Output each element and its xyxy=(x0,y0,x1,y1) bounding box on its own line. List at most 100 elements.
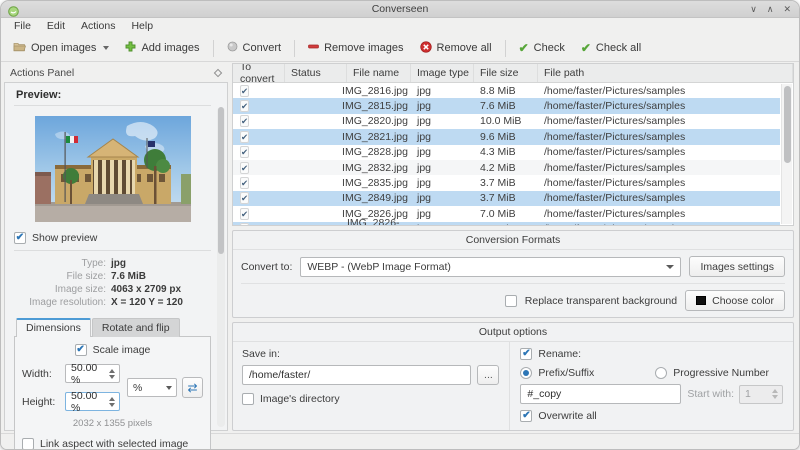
minimize-button[interactable]: ∨ xyxy=(750,4,757,14)
menu-help[interactable]: Help xyxy=(123,19,161,34)
start-with-spinner[interactable]: 1 xyxy=(739,384,783,404)
progressive-number-option[interactable]: Progressive Number xyxy=(655,367,769,379)
column-header[interactable]: Status xyxy=(285,64,347,82)
row-check-icon[interactable]: ✔ xyxy=(240,146,250,159)
link-aspect-row[interactable]: Link aspect with selected image xyxy=(22,438,203,449)
table-row[interactable]: ✔ IMG_2820.jpg jpg 10.0 MiB/home/faster/Pic… xyxy=(233,114,780,129)
replace-background-label: Replace transparent background xyxy=(524,294,678,307)
show-preview-checkbox[interactable]: ✔ xyxy=(14,232,26,244)
show-preview-row[interactable]: ✔ Show preview xyxy=(14,232,211,244)
window-title: Converseen xyxy=(371,3,429,15)
row-check-icon[interactable]: ✔ xyxy=(240,223,250,225)
table-row[interactable]: ✔ IMG_2832.jpg jpg 4.2 MiB/home/faster/Pict… xyxy=(233,159,780,176)
add-icon xyxy=(125,41,136,55)
column-header[interactable]: File size xyxy=(474,64,538,82)
row-check-icon[interactable]: ✔ xyxy=(240,84,250,97)
convert-button[interactable]: Convert xyxy=(219,38,290,58)
resolution-value: X = 120 Y = 120 xyxy=(111,297,183,308)
start-with-label: Start with: xyxy=(687,388,734,400)
table-row[interactable]: ✔ IMG_2815.jpg jpg 7.6 MiB/home/faster/Pict… xyxy=(233,98,780,114)
row-check-icon[interactable]: ✔ xyxy=(240,115,250,128)
row-check-icon[interactable]: ✔ xyxy=(240,100,250,113)
progressive-number-radio[interactable] xyxy=(655,367,668,379)
titlebar[interactable]: Converseen ∨ ∧ ✕ xyxy=(1,1,799,18)
dimension-tabs: Dimensions Rotate and flip xyxy=(14,317,211,337)
choose-color-button[interactable]: Choose color xyxy=(685,290,785,311)
table-row[interactable]: ✔ IMG_2835.jpg jpg 3.7 MiB/home/faster/Pict… xyxy=(233,175,780,190)
remove-all-button[interactable]: Remove all xyxy=(412,38,500,59)
table-scrollbar[interactable] xyxy=(781,84,792,224)
rename-checkbox[interactable]: ✔ xyxy=(520,348,533,360)
pixels-note: 2032 x 1355 pixels xyxy=(72,418,153,429)
menu-edit[interactable]: Edit xyxy=(39,19,73,34)
overwrite-all-row[interactable]: ✔ Overwrite all xyxy=(520,410,783,422)
row-check-icon[interactable]: ✔ xyxy=(240,130,250,143)
format-select[interactable]: WEBP - (WebP Image Format) xyxy=(300,256,682,277)
menu-actions[interactable]: Actions xyxy=(73,19,123,34)
open-images-button[interactable]: Open images xyxy=(5,38,117,58)
preview-image xyxy=(34,116,191,222)
height-spinner[interactable]: 50.00 % xyxy=(65,390,120,414)
scale-image-row[interactable]: ✔ Scale image xyxy=(22,344,203,356)
table-row[interactable]: ✔ IMG_2826.jpg jpg 7.0 MiB/home/faster/Pict… xyxy=(233,206,780,221)
table-row[interactable]: ✔ IMG_2828.jpg jpg 4.3 MiB/home/faster/Pict… xyxy=(233,145,780,160)
add-images-button[interactable]: Add images xyxy=(117,38,207,58)
tab-rotate-and-flip[interactable]: Rotate and flip xyxy=(91,318,180,337)
swap-dimensions-button[interactable]: ⇄ xyxy=(182,377,203,398)
actions-panel: Actions Panel Preview: ✔ Show preview Ty… xyxy=(1,62,230,449)
replace-background-checkbox[interactable] xyxy=(504,294,517,307)
images-directory-checkbox[interactable] xyxy=(242,393,254,405)
scale-image-checkbox[interactable]: ✔ xyxy=(74,344,87,356)
prefix-suffix-option[interactable]: Prefix/Suffix xyxy=(520,367,594,379)
unit-select[interactable]: % xyxy=(127,378,177,397)
spinner-arrows-icon xyxy=(769,389,782,399)
row-check-icon[interactable]: ✔ xyxy=(240,177,250,190)
images-settings-button[interactable]: Images settings xyxy=(689,256,785,277)
toolbar-separator xyxy=(212,39,214,57)
remove-icon xyxy=(308,41,319,55)
rename-pattern-input[interactable]: #_copy xyxy=(520,384,682,404)
maximize-button[interactable]: ∧ xyxy=(767,4,774,14)
dock-float-icon[interactable] xyxy=(213,68,223,77)
prefix-suffix-radio[interactable] xyxy=(520,367,533,379)
spinner-arrows-icon[interactable] xyxy=(106,368,119,379)
browse-button[interactable]: ... xyxy=(477,365,500,385)
close-button[interactable]: ✕ xyxy=(783,4,791,14)
link-aspect-checkbox[interactable] xyxy=(22,438,34,449)
row-check-icon[interactable]: ✔ xyxy=(240,207,250,220)
resolution-label: Image resolution: xyxy=(29,297,106,308)
remove-images-button[interactable]: Remove images xyxy=(300,38,411,58)
images-directory-row[interactable]: Image's directory xyxy=(242,393,499,405)
column-header[interactable]: Image type xyxy=(411,64,474,82)
tab-dimensions[interactable]: Dimensions xyxy=(16,318,91,337)
overwrite-all-checkbox[interactable]: ✔ xyxy=(520,410,533,422)
image-size-label: Image size: xyxy=(54,284,106,295)
dimensions-tab-panel: ✔ Scale image Width: 50.00 % Height: 50.… xyxy=(14,336,211,449)
column-header[interactable]: File path xyxy=(538,64,793,82)
row-check-icon[interactable]: ✔ xyxy=(240,161,250,174)
height-label: Height: xyxy=(22,395,56,408)
rename-row[interactable]: ✔ Rename: xyxy=(520,348,783,360)
conversion-formats-group: Conversion Formats Convert to: WEBP - (W… xyxy=(232,230,794,318)
row-check-icon[interactable]: ✔ xyxy=(240,192,250,205)
spinner-arrows-icon[interactable] xyxy=(106,396,119,407)
image-info: Type: jpg File size: 7.6 MiB Image size:… xyxy=(14,258,211,308)
check-all-button[interactable]: ✔ Check all xyxy=(573,39,649,57)
table-row[interactable]: ✔IMG_2826-M...jpg4.5 MiB/home/faster/Pic… xyxy=(233,217,780,225)
preview-heading: Preview: xyxy=(14,87,211,106)
table-row[interactable]: ✔ IMG_2849.jpg jpg 3.7 MiB/home/faster/Pict… xyxy=(233,190,780,207)
panel-scrollbar[interactable] xyxy=(217,107,225,427)
remove-all-icon xyxy=(419,40,432,56)
color-swatch-icon xyxy=(696,296,707,305)
output-options-title: Output options xyxy=(233,323,793,342)
chevron-down-icon xyxy=(103,46,110,50)
save-path-input[interactable]: /home/faster/ xyxy=(242,365,472,385)
table-row[interactable]: ✔ IMG_2816.jpg jpg 8.8 MiB/home/faster/Pict… xyxy=(233,83,780,98)
column-header[interactable]: To convert xyxy=(233,64,285,85)
app-logo-icon xyxy=(8,4,19,22)
column-header[interactable]: File name xyxy=(347,64,411,82)
check-icon: ✔ xyxy=(518,41,529,55)
table-row[interactable]: ✔ IMG_2821.jpg jpg 9.6 MiB/home/faster/Pict… xyxy=(233,129,780,145)
width-spinner[interactable]: 50.00 % xyxy=(65,362,120,386)
check-button[interactable]: ✔ Check xyxy=(511,39,573,57)
